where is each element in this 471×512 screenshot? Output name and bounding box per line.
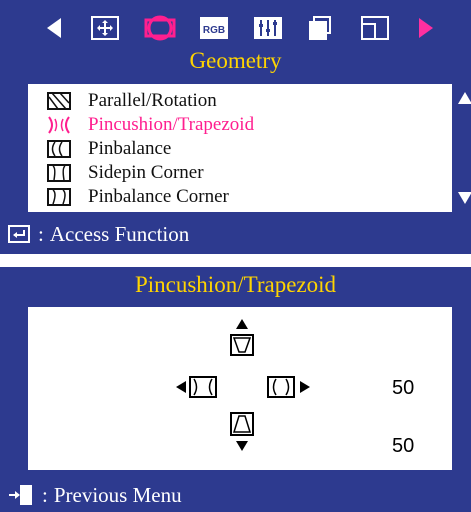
menu-item-pinbalance-corner[interactable]: Pinbalance Corner [46,185,229,209]
pincushion-left-control[interactable] [176,375,218,399]
pinbalance-corner-icon [46,187,72,207]
menu-item-pinbalance[interactable]: Pinbalance [46,137,171,161]
window-icon[interactable] [360,15,390,41]
pinbalance-icon [46,139,72,159]
trapezoid-value: 50 [392,435,415,457]
panel-title: Pincushion/Trapezoid [134,272,337,297]
enter-icon [8,225,30,243]
scroll-down-arrow-icon[interactable] [458,192,471,204]
trapezoid-down-control[interactable] [228,411,256,465]
menu-item-label: Sidepin Corner [88,162,204,183]
menu-item-pincushion-trapezoid[interactable]: Pincushion/Trapezoid [46,113,254,137]
menu-item-label: Pinbalance Corner [88,186,229,207]
menu-item-parallel-rotation[interactable]: Parallel/Rotation [46,89,217,113]
menu-title: Geometry [189,48,282,73]
menu-item-label: Parallel/Rotation [88,90,217,111]
color-bars-icon[interactable] [253,15,283,41]
sidepin-icon [46,163,72,183]
scroll-up-arrow-icon[interactable] [458,92,471,104]
menu-item-sidepin-corner[interactable]: Sidepin Corner [46,161,204,185]
access-function-hint: : Access Function [0,219,471,249]
menu-item-label: Pincushion/Trapezoid [88,114,255,135]
footer-label: Previous Menu [53,482,182,507]
footer-separator: : [38,221,44,246]
footer-separator: : [42,482,48,507]
parallel-icon [46,91,72,111]
position-icon[interactable] [90,15,120,41]
function-icon-bar: RGB [0,8,471,52]
menu-item-label: Pinbalance [88,138,172,159]
geometry-icon[interactable] [142,11,178,45]
pincushion-icon [46,115,72,135]
nav-left-arrow-icon[interactable] [47,18,61,38]
trapezoid-up-control[interactable] [228,319,256,367]
nav-right-arrow-icon[interactable] [419,18,433,38]
multi-window-icon[interactable] [305,15,335,41]
geometry-menu-panel: RGB Geometry Parallel/Rotation Pincushio… [0,0,471,254]
rgb-icon-text: RGB [203,25,225,36]
pincushion-trapezoid-panel: Pincushion/Trapezoid 50 50: Previous Me… [0,267,471,512]
geometry-submenu-list: Parallel/Rotation Pincushion/Trapezoid P… [28,84,452,212]
previous-menu-hint: : Previous Menu [0,480,471,510]
pincushion-value: 50 [392,377,415,399]
rgb-icon[interactable]: RGB [199,15,229,41]
exit-icon [8,484,34,506]
pincushion-right-control[interactable] [266,375,312,399]
adjustment-area: 50 50 [28,307,452,470]
footer-label: Access Function [49,221,190,246]
